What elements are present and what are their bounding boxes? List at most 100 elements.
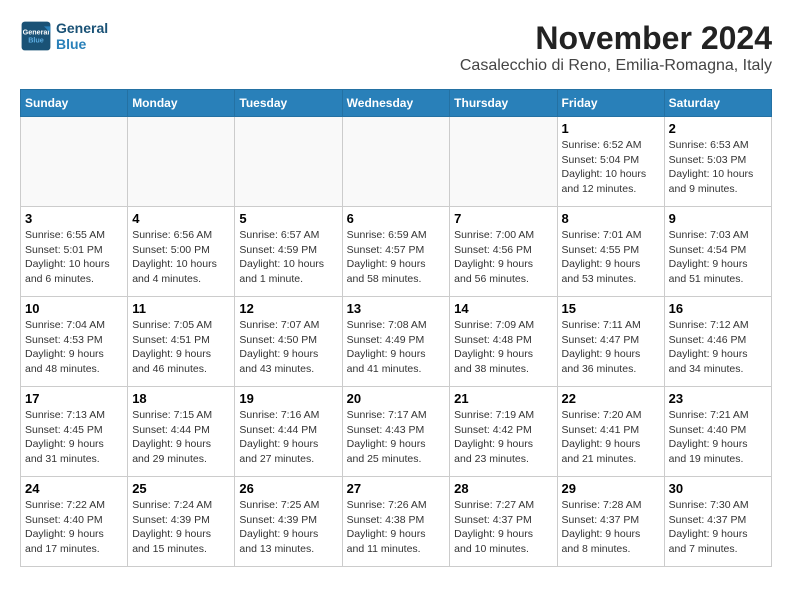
day-info: Sunrise: 6:55 AM Sunset: 5:01 PM Dayligh… <box>25 228 123 287</box>
day-info: Sunrise: 7:22 AM Sunset: 4:40 PM Dayligh… <box>25 498 123 557</box>
day-info: Sunrise: 7:27 AM Sunset: 4:37 PM Dayligh… <box>454 498 552 557</box>
day-number: 15 <box>562 301 660 316</box>
day-info: Sunrise: 7:19 AM Sunset: 4:42 PM Dayligh… <box>454 408 552 467</box>
calendar-cell: 28 Sunrise: 7:27 AM Sunset: 4:37 PM Dayli… <box>450 477 557 567</box>
day-number: 9 <box>669 211 767 226</box>
day-number: 2 <box>669 121 767 136</box>
location-title: Casalecchio di Reno, Emilia-Romagna, Ita… <box>460 57 772 75</box>
day-number: 6 <box>347 211 446 226</box>
title-section: November 2024 Casalecchio di Reno, Emili… <box>460 20 772 85</box>
day-info: Sunrise: 7:13 AM Sunset: 4:45 PM Dayligh… <box>25 408 123 467</box>
day-number: 3 <box>25 211 123 226</box>
calendar-cell: 27Sunrise: 7:26 AM Sunset: 4:38 PM Dayli… <box>342 477 450 567</box>
day-info: Sunrise: 7:11 AM Sunset: 4:47 PM Dayligh… <box>562 318 660 377</box>
day-info: Sunrise: 7:03 AM Sunset: 4:54 PM Dayligh… <box>669 228 767 287</box>
day-info: Sunrise: 7:05 AM Sunset: 4:51 PM Dayligh… <box>132 318 230 377</box>
day-number: 16 <box>669 301 767 316</box>
calendar-cell: 9 Sunrise: 7:03 AM Sunset: 4:54 PM Daylig… <box>664 207 771 297</box>
day-info: Sunrise: 6:56 AM Sunset: 5:00 PM Dayligh… <box>132 228 230 287</box>
logo: General Blue General Blue <box>20 20 108 52</box>
svg-text:Blue: Blue <box>28 35 44 44</box>
day-number: 24 <box>25 481 123 496</box>
day-number: 13 <box>347 301 446 316</box>
calendar-cell: 17Sunrise: 7:13 AM Sunset: 4:45 PM Dayli… <box>21 387 128 477</box>
day-info: Sunrise: 7:25 AM Sunset: 4:39 PM Dayligh… <box>239 498 337 557</box>
logo-text-general: General <box>56 20 108 36</box>
day-info: Sunrise: 6:57 AM Sunset: 4:59 PM Dayligh… <box>239 228 337 287</box>
calendar-cell: 1Sunrise: 6:52 AM Sunset: 5:04 PM Daylig… <box>557 117 664 207</box>
weekday-header-tuesday: Tuesday <box>235 90 342 117</box>
calendar-cell <box>342 117 450 207</box>
day-number: 11 <box>132 301 230 316</box>
day-number: 18 <box>132 391 230 406</box>
calendar: SundayMondayTuesdayWednesdayThursdayFrid… <box>20 89 772 567</box>
day-number: 30 <box>669 481 767 496</box>
weekday-header-saturday: Saturday <box>664 90 771 117</box>
calendar-cell: 19 Sunrise: 7:16 AM Sunset: 4:44 PM Dayli… <box>235 387 342 477</box>
calendar-cell: 4Sunrise: 6:56 AM Sunset: 5:00 PM Daylig… <box>128 207 235 297</box>
calendar-cell: 2 Sunrise: 6:53 AM Sunset: 5:03 PM Daylig… <box>664 117 771 207</box>
calendar-cell: 13 Sunrise: 7:08 AM Sunset: 4:49 PM Dayli… <box>342 297 450 387</box>
day-info: Sunrise: 7:07 AM Sunset: 4:50 PM Dayligh… <box>239 318 337 377</box>
calendar-cell: 11 Sunrise: 7:05 AM Sunset: 4:51 PM Dayli… <box>128 297 235 387</box>
calendar-cell: 8 Sunrise: 7:01 AM Sunset: 4:55 PM Daylig… <box>557 207 664 297</box>
day-info: Sunrise: 7:16 AM Sunset: 4:44 PM Dayligh… <box>239 408 337 467</box>
day-number: 7 <box>454 211 552 226</box>
day-info: Sunrise: 6:52 AM Sunset: 5:04 PM Dayligh… <box>562 138 660 197</box>
calendar-cell: 29Sunrise: 7:28 AM Sunset: 4:37 PM Dayli… <box>557 477 664 567</box>
day-number: 28 <box>454 481 552 496</box>
calendar-cell: 20 Sunrise: 7:17 AM Sunset: 4:43 PM Dayli… <box>342 387 450 477</box>
calendar-cell <box>235 117 342 207</box>
weekday-header-wednesday: Wednesday <box>342 90 450 117</box>
day-info: Sunrise: 7:30 AM Sunset: 4:37 PM Dayligh… <box>669 498 767 557</box>
day-info: Sunrise: 7:12 AM Sunset: 4:46 PM Dayligh… <box>669 318 767 377</box>
day-number: 5 <box>239 211 337 226</box>
calendar-cell: 12Sunrise: 7:07 AM Sunset: 4:50 PM Dayli… <box>235 297 342 387</box>
calendar-cell <box>128 117 235 207</box>
day-info: Sunrise: 7:00 AM Sunset: 4:56 PM Dayligh… <box>454 228 552 287</box>
day-number: 20 <box>347 391 446 406</box>
calendar-cell: 15 Sunrise: 7:11 AM Sunset: 4:47 PM Dayli… <box>557 297 664 387</box>
calendar-cell: 18 Sunrise: 7:15 AM Sunset: 4:44 PM Dayli… <box>128 387 235 477</box>
day-info: Sunrise: 6:53 AM Sunset: 5:03 PM Dayligh… <box>669 138 767 197</box>
calendar-cell: 23Sunrise: 7:21 AM Sunset: 4:40 PM Dayli… <box>664 387 771 477</box>
day-number: 19 <box>239 391 337 406</box>
day-info: Sunrise: 7:24 AM Sunset: 4:39 PM Dayligh… <box>132 498 230 557</box>
day-info: Sunrise: 7:09 AM Sunset: 4:48 PM Dayligh… <box>454 318 552 377</box>
day-number: 21 <box>454 391 552 406</box>
month-title: November 2024 <box>460 20 772 57</box>
weekday-header-thursday: Thursday <box>450 90 557 117</box>
day-info: Sunrise: 6:59 AM Sunset: 4:57 PM Dayligh… <box>347 228 446 287</box>
calendar-cell: 30 Sunrise: 7:30 AM Sunset: 4:37 PM Dayli… <box>664 477 771 567</box>
calendar-cell: 21 Sunrise: 7:19 AM Sunset: 4:42 PM Dayli… <box>450 387 557 477</box>
logo-icon: General Blue <box>20 20 52 52</box>
calendar-cell: 22Sunrise: 7:20 AM Sunset: 4:41 PM Dayli… <box>557 387 664 477</box>
day-number: 29 <box>562 481 660 496</box>
day-info: Sunrise: 7:01 AM Sunset: 4:55 PM Dayligh… <box>562 228 660 287</box>
calendar-cell: 14 Sunrise: 7:09 AM Sunset: 4:48 PM Dayli… <box>450 297 557 387</box>
calendar-cell <box>21 117 128 207</box>
calendar-cell: 26 Sunrise: 7:25 AM Sunset: 4:39 PM Dayli… <box>235 477 342 567</box>
day-info: Sunrise: 7:17 AM Sunset: 4:43 PM Dayligh… <box>347 408 446 467</box>
day-info: Sunrise: 7:15 AM Sunset: 4:44 PM Dayligh… <box>132 408 230 467</box>
calendar-cell: 7 Sunrise: 7:00 AM Sunset: 4:56 PM Daylig… <box>450 207 557 297</box>
day-number: 25 <box>132 481 230 496</box>
day-info: Sunrise: 7:21 AM Sunset: 4:40 PM Dayligh… <box>669 408 767 467</box>
day-info: Sunrise: 7:08 AM Sunset: 4:49 PM Dayligh… <box>347 318 446 377</box>
calendar-cell: 10Sunrise: 7:04 AM Sunset: 4:53 PM Dayli… <box>21 297 128 387</box>
day-number: 22 <box>562 391 660 406</box>
calendar-cell: 25 Sunrise: 7:24 AM Sunset: 4:39 PM Dayli… <box>128 477 235 567</box>
day-number: 26 <box>239 481 337 496</box>
weekday-header-friday: Friday <box>557 90 664 117</box>
day-number: 14 <box>454 301 552 316</box>
day-number: 10 <box>25 301 123 316</box>
calendar-cell: 6 Sunrise: 6:59 AM Sunset: 4:57 PM Daylig… <box>342 207 450 297</box>
calendar-cell <box>450 117 557 207</box>
calendar-cell: 24 Sunrise: 7:22 AM Sunset: 4:40 PM Dayli… <box>21 477 128 567</box>
calendar-cell: 3 Sunrise: 6:55 AM Sunset: 5:01 PM Daylig… <box>21 207 128 297</box>
weekday-header-monday: Monday <box>128 90 235 117</box>
calendar-cell: 5 Sunrise: 6:57 AM Sunset: 4:59 PM Daylig… <box>235 207 342 297</box>
day-info: Sunrise: 7:26 AM Sunset: 4:38 PM Dayligh… <box>347 498 446 557</box>
logo-text-blue: Blue <box>56 36 108 52</box>
day-number: 8 <box>562 211 660 226</box>
